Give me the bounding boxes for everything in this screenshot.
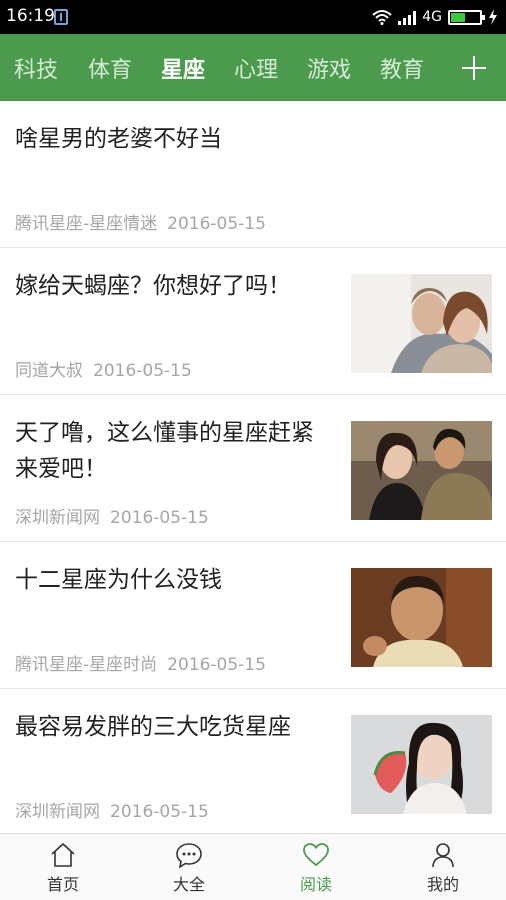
bottom-nav: 首页 大全 阅读 我的 <box>0 833 506 900</box>
heart-icon <box>303 843 329 867</box>
list-item[interactable]: 啥星男的老婆不好当 腾讯星座-星座情迷 2016-05-15 <box>0 101 506 248</box>
article-title: 啥星男的老婆不好当 <box>15 126 222 152</box>
article-date: 2016-05-15 <box>167 655 266 675</box>
nav-mine[interactable]: 我的 <box>380 834 506 900</box>
plus-icon[interactable] <box>462 56 486 80</box>
nav-all[interactable]: 大全 <box>126 834 252 900</box>
wifi-icon <box>372 10 392 25</box>
article-title: 天了噜，这么懂事的星座赶紧来爱吧！ <box>15 420 314 482</box>
status-bar: 16:19 4G <box>0 0 506 34</box>
tab-youxi[interactable]: 游戏 <box>307 52 351 84</box>
article-meta: 深圳新闻网 2016-05-15 <box>15 503 209 528</box>
nav-home[interactable]: 首页 <box>0 834 126 900</box>
network-label: 4G <box>422 9 442 25</box>
article-date: 2016-05-15 <box>110 802 209 822</box>
tab-keji[interactable]: 科技 <box>14 52 58 84</box>
article-date: 2016-05-15 <box>110 508 209 528</box>
battery-icon <box>448 9 485 25</box>
article-meta: 腾讯星座-星座情迷 2016-05-15 <box>15 209 266 234</box>
man-portrait-photo <box>351 568 492 667</box>
article-source: 深圳新闻网 <box>15 802 100 822</box>
article-source: 腾讯星座-星座情迷 <box>15 214 158 234</box>
charging-icon <box>489 9 497 25</box>
article-feed[interactable]: 啥星男的老婆不好当 腾讯星座-星座情迷 2016-05-15 嫁给天蝎座？你想好了… <box>0 101 506 833</box>
article-date: 2016-05-15 <box>167 214 266 234</box>
woman-eating-watermelon-photo <box>351 715 492 814</box>
chat-bubble-icon <box>176 843 202 868</box>
couple-embrace-photo <box>351 274 492 373</box>
article-meta: 深圳新闻网 2016-05-15 <box>15 797 209 822</box>
list-item[interactable]: 十二星座为什么没钱 腾讯星座-星座时尚 2016-05-15 <box>0 542 506 689</box>
article-title: 嫁给天蝎座？你想好了吗！ <box>15 273 291 299</box>
article-meta: 腾讯星座-星座时尚 2016-05-15 <box>15 650 266 675</box>
nav-read-label: 阅读 <box>299 875 332 894</box>
nav-home-label: 首页 <box>46 875 79 894</box>
signal-icon <box>398 9 417 25</box>
tab-tiyu[interactable]: 体育 <box>88 52 132 84</box>
article-source: 同道大叔 <box>15 361 83 381</box>
usb-icon <box>54 9 68 25</box>
list-item[interactable]: 天了噜，这么懂事的星座赶紧来爱吧！ 深圳新闻网 2016-05-15 <box>0 395 506 542</box>
list-item[interactable]: 嫁给天蝎座？你想好了吗！ 同道大叔 2016-05-15 <box>0 248 506 395</box>
nav-mine-label: 我的 <box>426 875 459 894</box>
person-icon <box>432 843 454 868</box>
article-title: 最容易发胖的三大吃货星座 <box>15 714 291 740</box>
tab-xinli[interactable]: 心理 <box>234 52 278 84</box>
nav-all-label: 大全 <box>172 875 205 894</box>
tab-jiaoyu[interactable]: 教育 <box>380 52 424 84</box>
channel-tabs: 科技 体育 星座 心理 游戏 教育 <box>0 34 506 101</box>
article-date: 2016-05-15 <box>93 361 192 381</box>
article-source: 腾讯星座-星座时尚 <box>15 655 158 675</box>
article-source: 深圳新闻网 <box>15 508 100 528</box>
list-item[interactable]: 最容易发胖的三大吃货星座 深圳新闻网 2016-05-15 <box>0 689 506 833</box>
home-icon <box>51 843 75 867</box>
tab-xingzuo[interactable]: 星座 <box>161 52 205 84</box>
article-title: 十二星座为什么没钱 <box>15 567 222 593</box>
status-time: 16:19 <box>6 6 55 26</box>
article-meta: 同道大叔 2016-05-15 <box>15 356 192 381</box>
couple-talking-photo <box>351 421 492 520</box>
status-icons: 4G <box>372 7 498 27</box>
nav-read[interactable]: 阅读 <box>253 834 379 900</box>
